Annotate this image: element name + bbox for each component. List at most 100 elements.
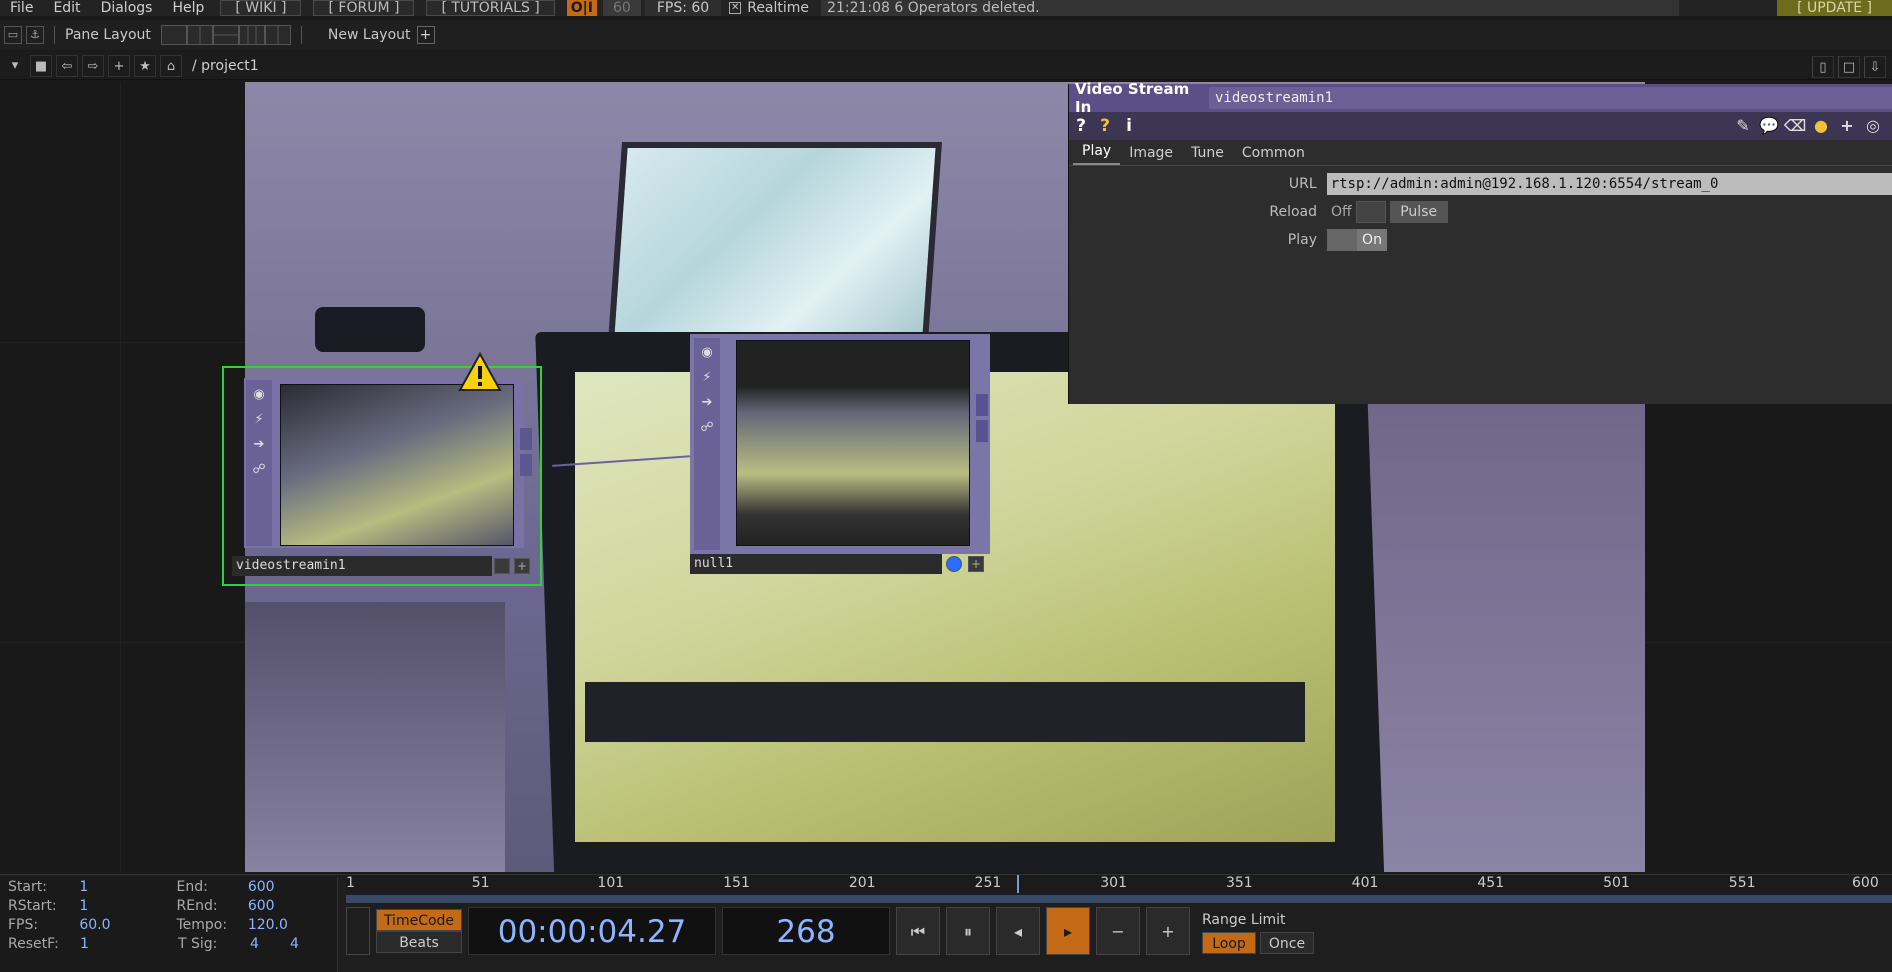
layout-three-button[interactable] xyxy=(238,25,265,45)
timecode-display[interactable]: 00:00:04.27 xyxy=(468,907,716,955)
clear-icon[interactable]: ⌫ xyxy=(1782,116,1808,135)
display-flag-icon[interactable] xyxy=(946,556,962,572)
url-input[interactable]: rtsp://admin:admin@192.168.1.120:6554/st… xyxy=(1326,173,1892,195)
output-port[interactable] xyxy=(520,454,532,476)
node-flag[interactable] xyxy=(494,558,510,574)
node-toolbar: ◉ ⚡ ➔ ☍ xyxy=(694,338,720,550)
timecode-button[interactable]: TimeCode xyxy=(376,909,462,931)
rend-value[interactable]: 600 xyxy=(248,898,337,914)
comment-icon[interactable]: 💬 xyxy=(1756,116,1782,135)
beats-button[interactable]: Beats xyxy=(376,931,462,953)
step-forward-icon[interactable]: + xyxy=(1146,907,1190,955)
divider xyxy=(54,26,55,44)
resetf-value[interactable]: 1 xyxy=(80,936,170,952)
download-icon[interactable]: ⇩ xyxy=(1864,56,1886,78)
rstart-value[interactable]: 1 xyxy=(79,898,168,914)
tsig-denominator[interactable]: 4 xyxy=(290,936,320,952)
timeline-range-bar[interactable] xyxy=(346,895,1892,903)
node-name-label[interactable]: videostreamin1 xyxy=(232,556,492,576)
end-value[interactable]: 600 xyxy=(248,879,337,895)
tab-image[interactable]: Image xyxy=(1120,145,1182,165)
playhead[interactable] xyxy=(1017,875,1020,893)
play-forward-icon[interactable]: ▸ xyxy=(1046,907,1090,955)
target-icon[interactable]: ◎ xyxy=(1860,116,1886,135)
pane-split-icon[interactable]: ▯ xyxy=(1812,56,1834,78)
forum-link[interactable]: [ FORUM ] xyxy=(313,0,415,16)
step-back-icon[interactable]: − xyxy=(1096,907,1140,955)
add-layout-button[interactable]: + xyxy=(416,26,435,44)
null-node[interactable]: ◉ ⚡ ➔ ☍ null1 + xyxy=(690,334,990,576)
output-port[interactable] xyxy=(520,428,532,450)
lock-icon[interactable]: ☍ xyxy=(249,460,269,480)
wiki-link[interactable]: [ WIKI ] xyxy=(220,0,302,16)
output-port[interactable] xyxy=(976,420,988,442)
node-name-label[interactable]: null1 xyxy=(690,554,942,574)
python-icon[interactable]: ● xyxy=(1808,116,1834,135)
pane-type-icon[interactable]: ▭ xyxy=(4,26,22,44)
maximize-icon[interactable]: □ xyxy=(1838,56,1860,78)
reload-toggle[interactable] xyxy=(1355,201,1386,223)
display-icon[interactable]: ➔ xyxy=(249,435,269,455)
viewer-icon[interactable]: ◉ xyxy=(249,385,269,405)
tempo-value[interactable]: 120.0 xyxy=(248,917,337,933)
timeline-handle[interactable] xyxy=(346,907,370,955)
help-icon[interactable]: ? xyxy=(1069,116,1093,136)
layout-single-button[interactable] xyxy=(160,25,187,45)
layout-quad-button[interactable] xyxy=(264,25,291,45)
pause-icon[interactable]: ⏸ xyxy=(946,907,990,955)
warning-icon[interactable] xyxy=(458,352,502,392)
add-icon[interactable]: + xyxy=(108,54,130,77)
pin-icon[interactable]: + xyxy=(968,556,984,572)
menu-dialogs[interactable]: Dialogs xyxy=(91,0,163,16)
ruler-tick: 151 xyxy=(723,875,750,891)
start-value[interactable]: 1 xyxy=(79,879,168,895)
operator-name-field[interactable]: videostreamin1 xyxy=(1209,87,1892,109)
bypass-icon[interactable]: ⚡ xyxy=(697,368,717,388)
home-icon[interactable]: ⌂ xyxy=(160,54,182,77)
fps-cap-field[interactable]: 60 xyxy=(603,0,641,16)
frame-display[interactable]: 268 xyxy=(722,907,890,955)
forward-icon[interactable]: ⇨ xyxy=(82,54,104,77)
tab-play[interactable]: Play xyxy=(1073,143,1121,165)
layout-split-horizontal-button[interactable] xyxy=(212,25,239,45)
menu-edit[interactable]: Edit xyxy=(43,0,90,16)
viewer-icon[interactable]: ◉ xyxy=(697,343,717,363)
stop-icon[interactable]: ■ xyxy=(30,54,52,77)
oi-toggle[interactable]: O|I xyxy=(566,0,597,16)
pulse-button[interactable]: Pulse xyxy=(1389,201,1448,223)
start-label: Start: xyxy=(8,878,47,895)
tab-common[interactable]: Common xyxy=(1233,145,1314,165)
pin-icon[interactable]: + xyxy=(514,558,530,574)
network-path[interactable]: / project1 xyxy=(192,58,259,74)
realtime-checkbox[interactable]: ✕ xyxy=(729,2,742,14)
update-button[interactable]: [ UPDATE ] xyxy=(1777,0,1892,16)
chevron-down-icon[interactable]: ▾ xyxy=(4,55,26,77)
back-icon[interactable]: ⇦ xyxy=(56,54,78,77)
rewind-icon[interactable]: ⏮ xyxy=(896,907,940,955)
loop-button[interactable]: Loop xyxy=(1202,932,1256,954)
menu-help[interactable]: Help xyxy=(162,0,214,16)
bypass-icon[interactable]: ⚡ xyxy=(249,410,269,430)
once-button[interactable]: Once xyxy=(1260,932,1314,954)
star-icon[interactable]: ★ xyxy=(134,54,156,77)
tutorials-link[interactable]: [ TUTORIALS ] xyxy=(426,0,555,16)
info-icon[interactable]: i xyxy=(1117,116,1141,136)
edit-icon[interactable]: ✎ xyxy=(1730,116,1756,135)
lock-icon[interactable]: ☍ xyxy=(697,418,717,438)
python-help-icon[interactable]: ? xyxy=(1093,116,1117,136)
tsig-numerator[interactable]: 4 xyxy=(250,936,290,952)
add-parameter-icon[interactable]: + xyxy=(1834,116,1860,135)
network-icon[interactable]: ⚓ xyxy=(26,26,44,44)
ruler-tick: 1 xyxy=(346,875,355,891)
play-toggle[interactable]: On xyxy=(1327,229,1387,251)
layout-split-vertical-button[interactable] xyxy=(186,25,213,45)
videostreamin-node[interactable]: ◉ ⚡ ➔ ☍ videostreamin1 + xyxy=(222,352,542,586)
menu-file[interactable]: File xyxy=(0,0,43,16)
timeline-ruler[interactable]: 1 51 101 151 201 251 301 351 401 451 501 551 600 xyxy=(346,875,1892,893)
play-reverse-icon[interactable]: ◂ xyxy=(996,907,1040,955)
display-icon[interactable]: ➔ xyxy=(697,393,717,413)
fps-value: 60 xyxy=(691,0,710,16)
fps-value[interactable]: 60.0 xyxy=(79,917,168,933)
output-port[interactable] xyxy=(976,394,988,416)
tab-tune[interactable]: Tune xyxy=(1182,145,1233,165)
